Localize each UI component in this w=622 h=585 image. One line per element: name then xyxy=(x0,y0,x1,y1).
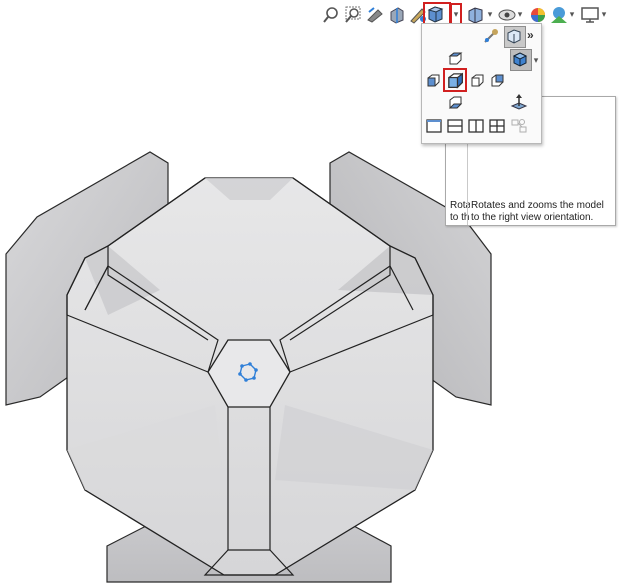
single-view-icon[interactable] xyxy=(425,117,443,135)
view-selector-icon[interactable] xyxy=(482,27,500,45)
chevron-down-icon[interactable]: ▾ xyxy=(486,8,494,20)
chevron-down-icon[interactable]: ▾ xyxy=(450,3,462,25)
apply-scene-icon[interactable] xyxy=(548,4,570,26)
front-view-icon[interactable] xyxy=(468,71,486,89)
chevron-down-icon[interactable]: ▾ xyxy=(532,54,540,66)
four-view-icon[interactable] xyxy=(488,117,506,135)
tooltip-description: Rotates and zooms the model to the right… xyxy=(471,200,604,223)
previous-view-icon[interactable] xyxy=(364,4,386,26)
chevron-down-icon[interactable]: ▾ xyxy=(516,8,524,20)
zoom-to-fit-icon[interactable] xyxy=(320,4,342,26)
link-views-icon[interactable] xyxy=(510,117,528,135)
two-view-horizontal-icon[interactable] xyxy=(446,117,464,135)
view-orientation-flyout: » ▾ xyxy=(421,23,542,144)
normal-to-icon[interactable] xyxy=(510,93,528,111)
top-view-icon[interactable] xyxy=(446,49,464,67)
isometric-view-icon[interactable] xyxy=(510,49,532,71)
chevron-down-icon[interactable]: ▾ xyxy=(600,8,608,20)
two-view-vertical-icon[interactable] xyxy=(467,117,485,135)
more-chevron-icon[interactable]: » xyxy=(527,28,534,42)
back-view-icon[interactable] xyxy=(488,71,506,89)
right-view-icon[interactable] xyxy=(443,68,467,92)
section-view-icon[interactable] xyxy=(386,4,408,26)
new-view-icon[interactable] xyxy=(504,26,526,48)
bottom-view-icon[interactable] xyxy=(446,93,464,111)
left-view-icon[interactable] xyxy=(424,71,442,89)
zoom-to-area-icon[interactable] xyxy=(342,4,364,26)
chevron-down-icon[interactable]: ▾ xyxy=(568,8,576,20)
view-settings-icon[interactable] xyxy=(579,4,601,26)
